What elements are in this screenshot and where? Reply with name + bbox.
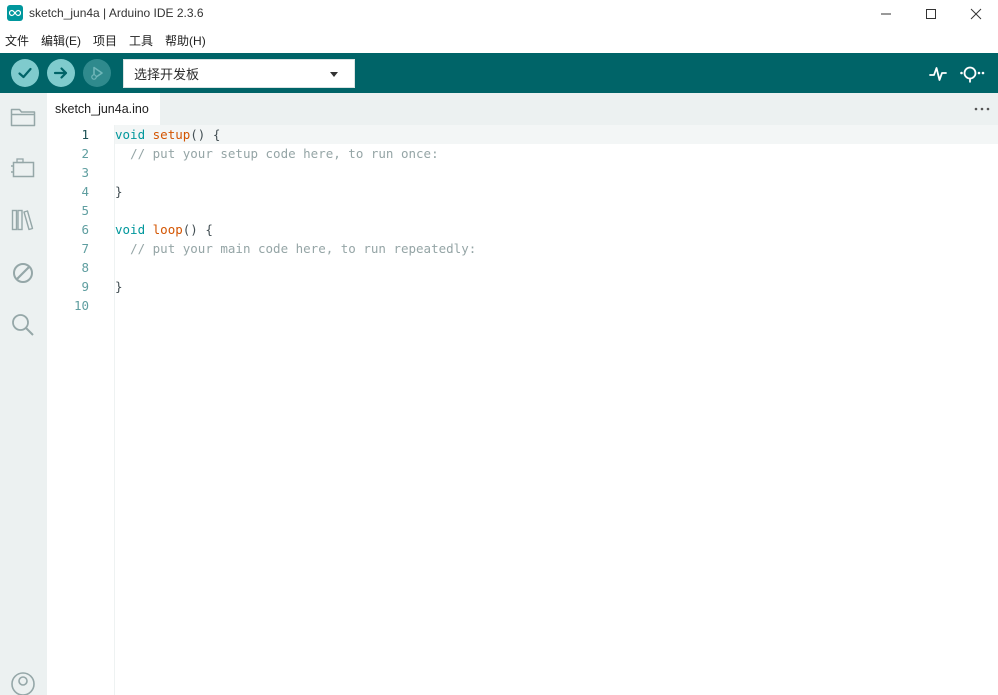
menu-tools[interactable]: 工具	[129, 32, 153, 49]
code-line: 6 void loop() {	[47, 220, 998, 239]
menu-help[interactable]: 帮助(H)	[165, 32, 206, 49]
code-line: 4 }	[47, 182, 998, 201]
no-entry-icon	[13, 263, 33, 283]
toolbar: 选择开发板	[0, 53, 998, 93]
serial-plotter-button[interactable]	[925, 61, 951, 87]
line-number: 2	[81, 146, 89, 161]
debug-play-icon	[91, 66, 103, 80]
code-line: 9 }	[47, 277, 998, 296]
line-number: 10	[73, 298, 89, 313]
user-icon	[11, 672, 35, 695]
code-line: 3	[47, 163, 998, 182]
code-editor[interactable]: 1 void setup() { 2 // put your setup cod…	[47, 125, 998, 695]
check-icon	[18, 67, 32, 79]
code-plain: () {	[190, 127, 221, 142]
tab-sketch-file[interactable]: sketch_jun4a.ino	[47, 93, 160, 125]
debug-button[interactable]	[83, 59, 111, 87]
maximize-button[interactable]	[908, 0, 954, 28]
line-number: 6	[81, 222, 89, 237]
code-text: }	[115, 277, 123, 296]
library-icon	[11, 209, 34, 231]
code-line: 10	[47, 296, 998, 315]
code-function: loop	[152, 222, 183, 237]
code-line: 1 void setup() {	[47, 125, 998, 144]
code-comment: // put your main code here, to run repea…	[130, 241, 477, 256]
board-select-label: 选择开发板	[134, 67, 200, 82]
line-number: 8	[81, 260, 89, 275]
code-plain: () {	[182, 222, 213, 237]
search-icon	[12, 314, 34, 336]
code-line: 5	[47, 201, 998, 220]
upload-button[interactable]	[47, 59, 75, 87]
profile-button[interactable]	[9, 670, 37, 695]
maximize-icon	[926, 9, 936, 19]
board-select-dropdown[interactable]: 选择开发板	[123, 59, 355, 88]
code-text: }	[115, 182, 123, 201]
close-button[interactable]	[953, 0, 998, 28]
menu-file[interactable]: 文件	[5, 32, 29, 49]
minimize-button[interactable]	[863, 0, 909, 28]
code-plain: }	[115, 184, 123, 199]
line-number: 7	[81, 241, 89, 256]
menu-edit[interactable]: 编辑(E)	[41, 32, 81, 49]
activity-sidebar	[0, 93, 47, 695]
code-text: void loop() {	[115, 220, 213, 239]
verify-button[interactable]	[11, 59, 39, 87]
code-comment: // put your setup code here, to run once…	[130, 146, 439, 161]
close-icon	[970, 8, 982, 20]
chevron-down-icon	[330, 72, 338, 77]
tab-label: sketch_jun4a.ino	[55, 102, 149, 116]
line-number: 5	[81, 203, 89, 218]
line-number: 9	[81, 279, 89, 294]
arrow-right-icon	[53, 67, 68, 79]
code-text: // put your main code here, to run repea…	[115, 239, 476, 258]
code-keyword: void	[115, 222, 146, 237]
line-number: 3	[81, 165, 89, 180]
code-text: void setup() {	[115, 125, 220, 144]
sketchbook-button[interactable]	[9, 103, 37, 131]
code-plain: }	[115, 279, 123, 294]
magnifier-dots-icon	[960, 66, 985, 83]
code-keyword: void	[115, 127, 146, 142]
boards-manager-button[interactable]	[9, 155, 37, 183]
code-line: 7 // put your main code here, to run rep…	[47, 239, 998, 258]
code-function: setup	[152, 127, 191, 142]
pulse-icon	[929, 67, 947, 81]
arduino-logo-icon	[7, 5, 23, 21]
code-line: 8	[47, 258, 998, 277]
minimize-icon	[881, 13, 891, 15]
debug-panel-button[interactable]	[9, 259, 37, 287]
line-number: 1	[81, 127, 89, 142]
line-number: 4	[81, 184, 89, 199]
more-dots-icon	[974, 107, 990, 111]
code-line: 2 // put your setup code here, to run on…	[47, 144, 998, 163]
window-title: sketch_jun4a | Arduino IDE 2.3.6	[29, 6, 204, 20]
title-bar: sketch_jun4a | Arduino IDE 2.3.6	[0, 0, 998, 28]
more-options-button[interactable]	[972, 99, 992, 119]
menu-bar: 文件 编辑(E) 项目 工具 帮助(H)	[0, 28, 998, 53]
menu-sketch[interactable]: 项目	[93, 32, 117, 49]
search-button[interactable]	[9, 311, 37, 339]
board-icon	[11, 158, 35, 178]
tab-bar: sketch_jun4a.ino	[47, 93, 998, 125]
serial-monitor-button[interactable]	[960, 61, 986, 87]
folder-icon	[10, 108, 36, 127]
code-text: // put your setup code here, to run once…	[115, 144, 439, 163]
library-manager-button[interactable]	[9, 206, 37, 234]
